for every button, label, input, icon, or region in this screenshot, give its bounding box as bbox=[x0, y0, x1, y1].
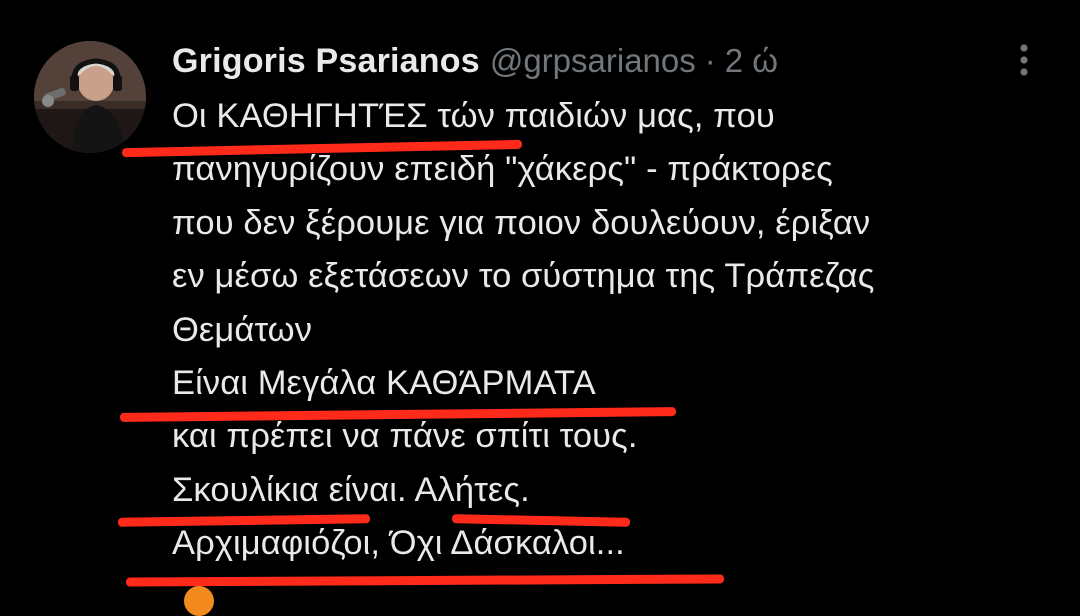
author-name[interactable]: Grigoris Psarianos bbox=[172, 42, 480, 81]
tweet-card[interactable]: Grigoris Psarianos @grpsarianos · 2 ώ Οι… bbox=[0, 0, 1080, 616]
more-vertical-icon[interactable] bbox=[1012, 40, 1036, 80]
tweet-text: Οι ΚΑΘΗΓΗΤΈΣ τών παιδιών μας, που πανηγυ… bbox=[172, 90, 1052, 571]
tweet-text-line: πανηγυρίζουν επειδή "χάκερς" - πράκτορες bbox=[172, 150, 833, 189]
emoji-icon bbox=[184, 586, 214, 616]
tweet-text-line: που δεν ξέρουμε για ποιον δουλεύουν, έρι… bbox=[172, 203, 871, 242]
tweet-text-line: Θεμάτων bbox=[172, 310, 313, 349]
tweet-text-line: και πρέπει να πάνε σπίτι τους. bbox=[172, 417, 638, 456]
author-handle[interactable]: @grpsarianos bbox=[490, 42, 696, 80]
tweet-text-line: εν μέσω εξετάσεων το σύστημα της Τράπεζα… bbox=[172, 257, 875, 296]
tweet-header: Grigoris Psarianos @grpsarianos · 2 ώ bbox=[172, 38, 778, 84]
annotation-underline bbox=[125, 574, 725, 587]
header-separator: · bbox=[704, 42, 716, 79]
tweet-text-line: Σκουλίκια είναι. Αλήτες. bbox=[172, 470, 530, 509]
tweet-text-line: Οι ΚΑΘΗΓΗΤΈΣ τών παιδιών μας, που bbox=[172, 97, 775, 135]
avatar-photo bbox=[34, 41, 146, 153]
tweet-text-line: Είναι Μεγάλα ΚΑΘΆΡΜΑΤΑ bbox=[172, 363, 596, 402]
avatar[interactable] bbox=[34, 41, 146, 153]
tweet-text-line: Αρχιμαφιόζοι, Όχι Δάσκαλοι... bbox=[172, 524, 625, 563]
tweet-timestamp[interactable]: 2 ώ bbox=[725, 42, 778, 80]
